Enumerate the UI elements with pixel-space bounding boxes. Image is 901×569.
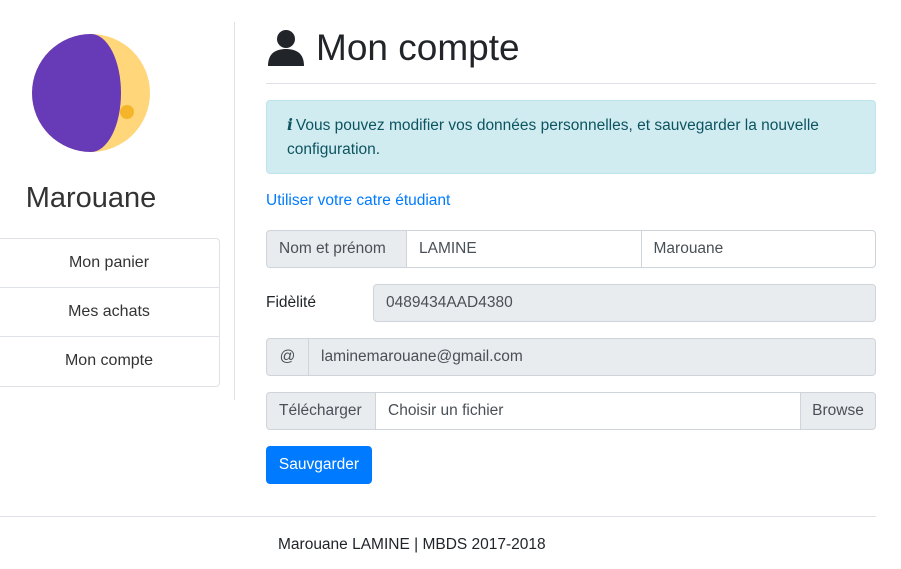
first-name-field[interactable]: Marouane bbox=[641, 230, 876, 268]
page-header: Mon compte bbox=[266, 20, 520, 76]
info-alert: i Vous pouvez modifier vos données person… bbox=[266, 100, 876, 174]
student-card-link[interactable]: Utiliser votre catre étudiant bbox=[266, 192, 450, 210]
save-button[interactable]: Sauvgarder bbox=[266, 446, 372, 484]
last-name-field[interactable]: LAMINE bbox=[406, 230, 642, 268]
sidebar-menu: Mon panier Mes achats Mon compte bbox=[0, 238, 220, 387]
user-icon bbox=[268, 30, 304, 66]
fidelity-label: Fidèlité bbox=[266, 294, 316, 311]
upload-input-group: Télécharger Choisir un fichier Browse bbox=[266, 392, 876, 430]
sidebar-item-mes-achats[interactable]: Mes achats bbox=[0, 288, 219, 337]
upload-label: Télécharger bbox=[266, 392, 375, 430]
name-input-group: Nom et prénom LAMINE Marouane bbox=[266, 230, 876, 268]
footer-text: Marouane LAMINE | MBDS 2017-2018 bbox=[278, 536, 546, 553]
info-icon: i bbox=[287, 115, 293, 134]
sidebar-item-mon-panier[interactable]: Mon panier bbox=[0, 239, 219, 288]
user-name: Marouane bbox=[25, 182, 157, 214]
browse-button[interactable]: Browse bbox=[800, 392, 876, 430]
at-sign-addon: @ bbox=[266, 338, 308, 376]
email-input-group: @ laminemarouane@gmail.com bbox=[266, 338, 876, 376]
file-input[interactable]: Choisir un fichier bbox=[375, 392, 800, 430]
email-field: laminemarouane@gmail.com bbox=[308, 338, 876, 376]
avatar bbox=[30, 32, 152, 154]
sidebar-item-mon-compte[interactable]: Mon compte bbox=[0, 337, 219, 386]
page-title: Mon compte bbox=[316, 27, 520, 68]
moon-avatar-icon bbox=[32, 34, 150, 152]
title-divider bbox=[266, 83, 876, 84]
footer-divider bbox=[0, 516, 876, 517]
fidelity-field: 0489434AAD4380 bbox=[373, 284, 876, 322]
name-label: Nom et prénom bbox=[266, 230, 406, 268]
vertical-divider bbox=[234, 22, 235, 400]
alert-text: Vous pouvez modifier vos données personn… bbox=[287, 117, 819, 158]
